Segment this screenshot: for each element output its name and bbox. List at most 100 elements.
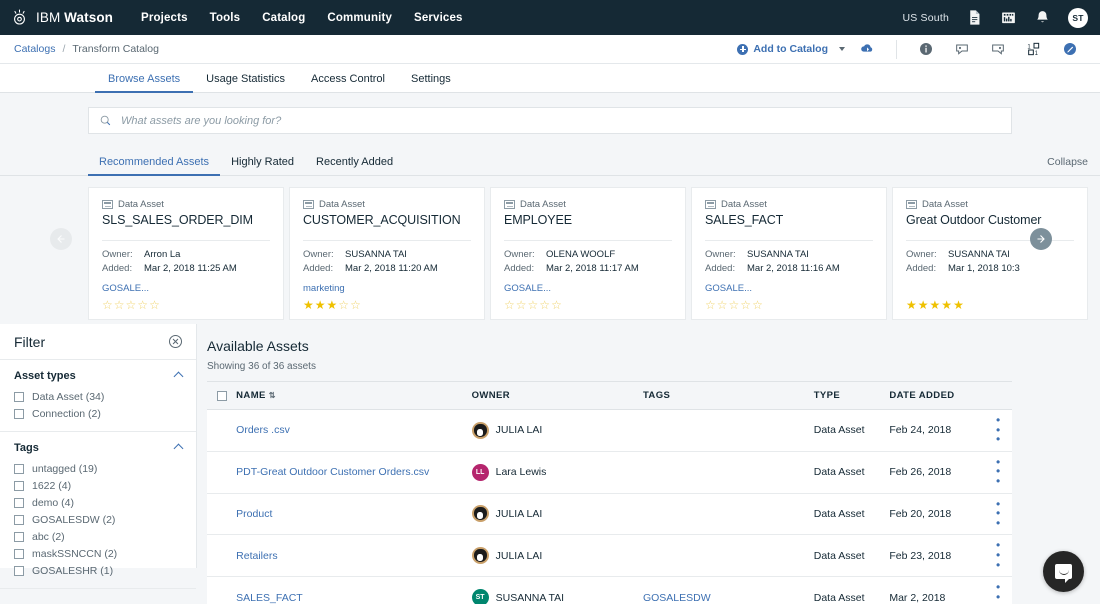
column-header-tags[interactable]: TAGS xyxy=(642,381,814,410)
card-rating[interactable]: ★ ★ ★ ★ ★ xyxy=(906,299,1074,311)
filter-checkbox[interactable] xyxy=(14,565,24,576)
card-tag[interactable]: GOSALE... xyxy=(705,283,873,294)
apps-grid-icon[interactable] xyxy=(1000,9,1017,26)
filter-item[interactable]: abc (2) xyxy=(14,528,182,545)
star-2[interactable]: ☆ xyxy=(114,299,125,311)
card-tag[interactable]: GOSALE... xyxy=(504,283,672,294)
star-2[interactable]: ☆ xyxy=(516,299,527,311)
chevron-up-icon[interactable] xyxy=(173,371,184,381)
star-2[interactable]: ☆ xyxy=(717,299,728,311)
row-overflow-menu-icon[interactable]: ••• xyxy=(984,540,1012,571)
filter-checkbox[interactable] xyxy=(14,408,24,419)
comment-left-icon[interactable] xyxy=(954,41,970,57)
filter-checkbox[interactable] xyxy=(14,391,24,402)
comment-right-icon[interactable] xyxy=(990,41,1006,57)
nav-link-catalog[interactable]: Catalog xyxy=(262,12,305,24)
filter-item[interactable]: Connection (2) xyxy=(14,405,182,422)
star-3[interactable]: ☆ xyxy=(126,299,137,311)
filter-item[interactable]: GOSALESHR (1) xyxy=(14,562,182,579)
carousel-next-button[interactable] xyxy=(1030,228,1052,250)
row-tag-link[interactable]: GOSALESDW xyxy=(643,592,711,604)
card-rating[interactable]: ★ ★ ★ ☆ ☆ xyxy=(303,299,471,311)
filter-item[interactable]: demo (4) xyxy=(14,494,182,511)
star-1[interactable]: ★ xyxy=(303,299,314,311)
asset-card[interactable]: Data Asset SLS_SALES_ORDER_DIM Owner: Ar… xyxy=(88,187,284,320)
column-header-owner[interactable]: OWNER xyxy=(471,381,643,410)
filter-group-header[interactable]: Tags xyxy=(14,442,184,454)
filter-checkbox[interactable] xyxy=(14,497,24,508)
filter-item[interactable]: Data Asset (34) xyxy=(14,388,182,405)
asset-card[interactable]: Data Asset EMPLOYEE Owner: OLENA WOOLF A… xyxy=(490,187,686,320)
star-5[interactable]: ★ xyxy=(953,299,964,311)
breadcrumb-catalogs-link[interactable]: Catalogs xyxy=(14,43,55,55)
search-input[interactable] xyxy=(121,114,1001,127)
star-4[interactable]: ☆ xyxy=(740,299,751,311)
binary-code-icon[interactable]: 1 1 xyxy=(1026,41,1042,57)
asset-card[interactable]: Data Asset SALES_FACT Owner: SUSANNA TAI… xyxy=(691,187,887,320)
asset-name-link[interactable]: Orders .csv xyxy=(236,424,290,436)
column-header-type[interactable]: TYPE xyxy=(813,381,890,410)
asset-card[interactable]: Data Asset Great Outdoor Customer Owner:… xyxy=(892,187,1088,320)
star-2[interactable]: ★ xyxy=(315,299,326,311)
card-rating[interactable]: ☆ ☆ ☆ ☆ ☆ xyxy=(504,299,672,311)
table-row[interactable]: Retailers JULIA LAI Data Asset Feb 23, 2… xyxy=(207,534,1012,578)
tab-highly-rated[interactable]: Highly Rated xyxy=(220,156,305,175)
sort-icon[interactable]: ⇅ xyxy=(269,391,276,400)
info-icon[interactable] xyxy=(918,41,934,57)
add-to-catalog-button[interactable]: Add to Catalog xyxy=(737,43,849,55)
brand-logo-group[interactable]: IBM Watson xyxy=(10,8,113,27)
star-1[interactable]: ☆ xyxy=(102,299,113,311)
chevron-up-icon[interactable] xyxy=(173,443,184,453)
carousel-previous-button[interactable] xyxy=(50,228,72,250)
asset-name-link[interactable]: Retailers xyxy=(236,550,277,562)
row-overflow-menu-icon[interactable]: ••• xyxy=(984,498,1012,529)
nav-link-services[interactable]: Services xyxy=(414,12,463,24)
filter-item[interactable]: GOSALESDW (2) xyxy=(14,511,182,528)
filter-checkbox[interactable] xyxy=(14,514,24,525)
card-rating[interactable]: ☆ ☆ ☆ ☆ ☆ xyxy=(102,299,270,311)
tab-browse-assets[interactable]: Browse Assets xyxy=(95,73,194,93)
select-all-checkbox[interactable] xyxy=(217,390,227,401)
collapse-link[interactable]: Collapse xyxy=(1047,156,1088,175)
nav-link-community[interactable]: Community xyxy=(327,12,392,24)
star-3[interactable]: ☆ xyxy=(528,299,539,311)
row-overflow-menu-icon[interactable]: ••• xyxy=(984,414,1012,445)
star-5[interactable]: ☆ xyxy=(752,299,763,311)
document-icon[interactable] xyxy=(966,9,983,26)
chevron-down-icon[interactable] xyxy=(839,47,845,51)
asset-card[interactable]: Data Asset CUSTOMER_ACQUISITION Owner: S… xyxy=(289,187,485,320)
table-row[interactable]: SALES_FACT ST SUSANNA TAI GOSALESDW Data … xyxy=(207,576,1012,604)
star-4[interactable]: ★ xyxy=(941,299,952,311)
star-4[interactable]: ☆ xyxy=(338,299,349,311)
star-1[interactable]: ☆ xyxy=(705,299,716,311)
refresh-cloud-icon[interactable] xyxy=(859,41,875,57)
star-4[interactable]: ☆ xyxy=(539,299,550,311)
table-row[interactable]: Product JULIA LAI Data Asset Feb 20, 201… xyxy=(207,493,1012,536)
table-row[interactable]: Orders .csv JULIA LAI Data Asset Feb 24,… xyxy=(207,409,1012,452)
filter-item[interactable]: 1622 (4) xyxy=(14,477,182,494)
star-4[interactable]: ☆ xyxy=(137,299,148,311)
column-header-name[interactable]: NAME ⇅ xyxy=(236,381,472,410)
star-5[interactable]: ☆ xyxy=(149,299,160,311)
star-3[interactable]: ☆ xyxy=(729,299,740,311)
card-rating[interactable]: ☆ ☆ ☆ ☆ ☆ xyxy=(705,299,873,311)
card-tag[interactable]: GOSALE... xyxy=(102,283,270,294)
star-5[interactable]: ☆ xyxy=(551,299,562,311)
row-overflow-menu-icon[interactable]: ••• xyxy=(984,456,1012,487)
tab-recently-added[interactable]: Recently Added xyxy=(305,156,404,175)
filter-checkbox[interactable] xyxy=(14,531,24,542)
asset-name-link[interactable]: PDT-Great Outdoor Customer Orders.csv xyxy=(236,466,429,478)
star-1[interactable]: ★ xyxy=(906,299,917,311)
notification-bell-icon[interactable] xyxy=(1034,9,1051,26)
filter-checkbox[interactable] xyxy=(14,548,24,559)
tab-usage-statistics[interactable]: Usage Statistics xyxy=(193,73,298,92)
row-overflow-menu-icon[interactable]: ••• xyxy=(984,581,1012,604)
star-2[interactable]: ★ xyxy=(918,299,929,311)
search-box[interactable] xyxy=(88,107,1012,134)
nav-link-tools[interactable]: Tools xyxy=(210,12,241,24)
pen-circle-icon[interactable] xyxy=(1062,41,1078,57)
tab-access-control[interactable]: Access Control xyxy=(298,73,398,92)
nav-link-projects[interactable]: Projects xyxy=(141,12,188,24)
star-3[interactable]: ★ xyxy=(327,299,338,311)
filter-group-header[interactable]: Asset types xyxy=(14,370,184,382)
